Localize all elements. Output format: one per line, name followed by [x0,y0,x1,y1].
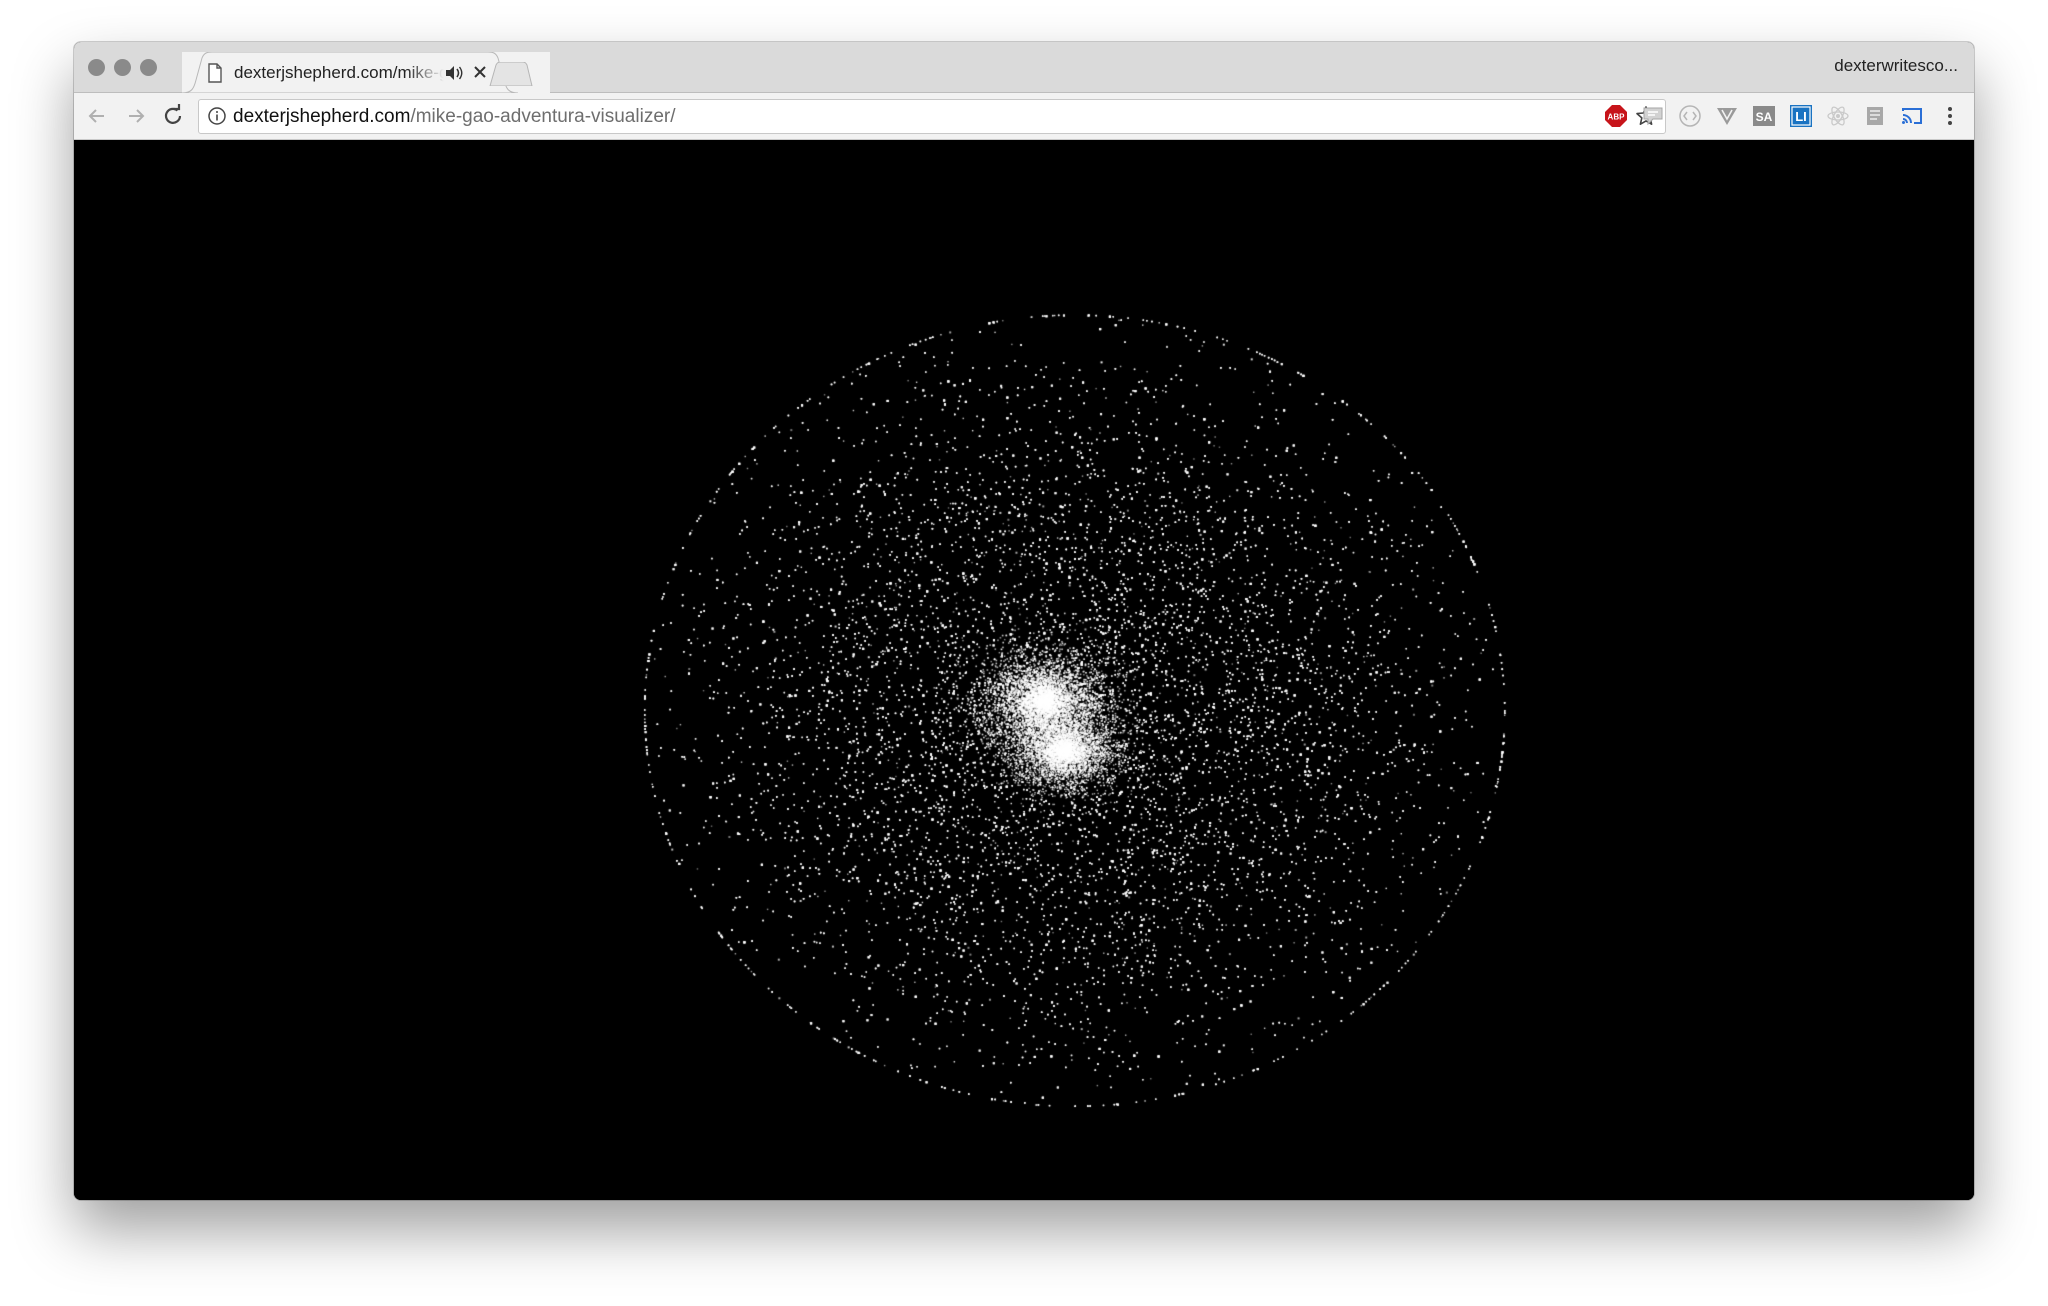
profile-name[interactable]: dexterwritesco... [1834,56,1958,76]
info-icon[interactable] [207,106,227,126]
new-tab-button[interactable] [488,62,534,86]
li-icon[interactable]: LI [1789,104,1813,128]
page-icon [208,63,222,83]
toolbar: dexterjshepherd.com/mike-gao-adventura-v… [74,93,1974,140]
adblock-plus-label: ABP [1608,113,1626,122]
sa-icon[interactable]: SA [1752,104,1776,128]
back-arrow-icon[interactable] [84,102,112,130]
url-host: dexterjshepherd.com [233,106,411,127]
url-path: /mike-gao-adventura-visualizer/ [410,106,676,127]
kebab-menu-icon[interactable] [1938,104,1962,128]
close-window-button[interactable] [88,59,105,76]
page-content [74,140,1974,1200]
address-bar[interactable]: dexterjshepherd.com/mike-gao-adventura-v… [198,99,1666,134]
react-atom-icon[interactable] [1826,104,1850,128]
speech-bubble-icon[interactable] [1641,104,1665,128]
tab-title: dexterjshepherd.com/mike-gao-adventura-v… [234,63,444,82]
forward-arrow-icon[interactable] [121,102,149,130]
code-brackets-icon[interactable] [1678,104,1702,128]
v-shield-icon[interactable] [1715,104,1739,128]
reload-icon[interactable] [159,102,187,130]
sa-label: SA [1756,110,1773,124]
minimize-window-button[interactable] [114,59,131,76]
particle-cloud[interactable] [74,140,1974,1200]
browser-window: dexterjshepherd.com/mike-gao-adventura-v… [74,42,1974,1200]
adblock-plus-icon[interactable]: ABP [1604,104,1628,128]
maximize-window-button[interactable] [140,59,157,76]
document-icon[interactable] [1863,104,1887,128]
tab-bar: dexterjshepherd.com/mike-gao-adventura-v… [74,42,1974,93]
li-label: LI [1795,109,1807,124]
speaker-icon[interactable] [444,63,464,83]
cast-icon[interactable] [1900,104,1924,128]
url-text[interactable]: dexterjshepherd.com/mike-gao-adventura-v… [233,106,676,128]
